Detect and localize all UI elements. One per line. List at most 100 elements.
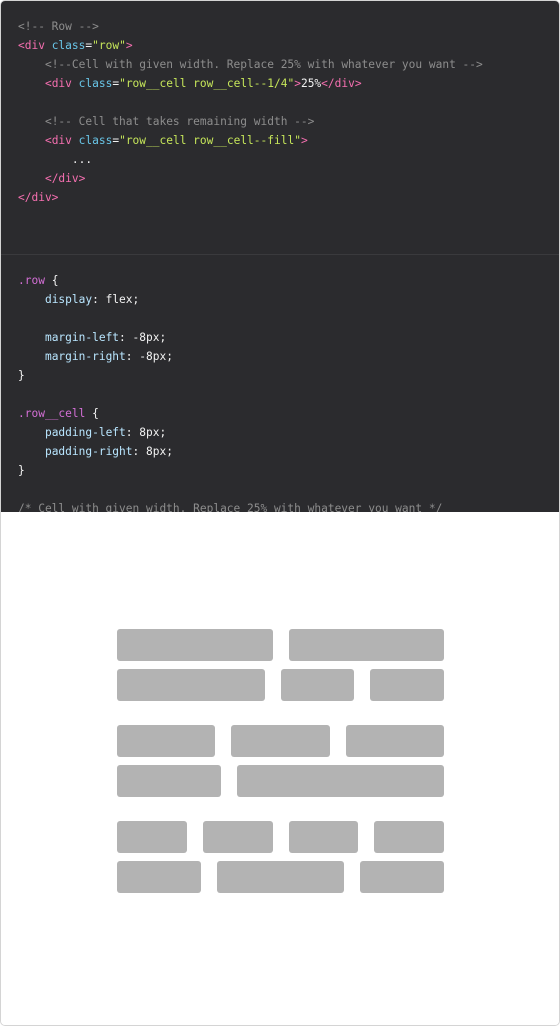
code-token: padding-left <box>44 426 126 439</box>
code-line: } <box>18 366 559 385</box>
code-token: margin-right <box>44 350 126 363</box>
demo-group <box>117 725 444 797</box>
code-token: <!-- Cell that takes remaining width --> <box>44 115 315 128</box>
code-line: ... <box>18 150 559 169</box>
code-token: </div> <box>44 172 86 185</box>
code-line: <div class="row__cell row__cell--1/4">25… <box>18 74 559 93</box>
code-token: <div <box>44 134 79 147</box>
demo-cell <box>280 669 355 701</box>
code-token: display <box>44 293 93 306</box>
demo-cell <box>288 821 359 853</box>
code-line: } <box>18 461 559 480</box>
code-token: margin-left <box>44 331 120 344</box>
code-token: </div> <box>321 77 362 90</box>
code-token: : flex; <box>92 293 140 306</box>
code-token: ... <box>18 153 93 166</box>
demo-cell <box>117 821 187 853</box>
code-token: class <box>78 77 113 90</box>
code-line: padding-left: 8px; <box>18 423 559 442</box>
css-code-block: .row { display: flex; margin-left: -8px;… <box>1 255 559 512</box>
demo-cell <box>359 861 444 893</box>
code-token: <div <box>44 77 79 90</box>
demo-cell <box>117 765 221 797</box>
code-token: padding-right <box>44 445 133 458</box>
code-token: : 8px; <box>125 426 167 439</box>
demo-row <box>117 725 444 757</box>
demo-row <box>117 669 444 701</box>
code-token: : 8px; <box>132 445 173 458</box>
code-line: <!-- Cell that takes remaining width --> <box>18 112 559 131</box>
demo-cell <box>345 725 444 757</box>
code-line: .row__cell { <box>18 404 559 423</box>
code-token: } <box>18 464 25 477</box>
code-line: margin-right: -8px; <box>18 347 559 366</box>
demo-cell <box>370 669 444 701</box>
demo-cell <box>374 821 444 853</box>
demo-cell <box>231 725 330 757</box>
code-token: "row" <box>92 39 126 52</box>
code-token: : -8px; <box>125 350 173 363</box>
code-token: : -8px; <box>119 331 167 344</box>
demo-cell <box>236 765 444 797</box>
code-line: </div> <box>18 188 559 207</box>
code-token: { <box>85 407 99 420</box>
preview-frame: <!-- Row --> <div class="row"> <!--Cell w… <box>0 0 560 1026</box>
html-code-block: <!-- Row --> <div class="row"> <!--Cell w… <box>1 1 559 255</box>
code-token: > <box>294 77 301 90</box>
demo-row <box>117 861 444 893</box>
code-line: .row { <box>18 271 559 290</box>
code-token: class <box>51 39 86 52</box>
code-token: class <box>78 134 113 147</box>
code-line: <!-- Row --> <box>18 17 559 36</box>
code-token: /* Cell with given width. Replace 25% wi… <box>18 502 443 512</box>
demo-group <box>117 821 444 893</box>
layout-demo <box>1 513 559 1025</box>
code-token: 25% <box>300 77 322 90</box>
code-line: <div class="row__cell row__cell--fill"> <box>18 131 559 150</box>
code-token: <!--Cell with given width. Replace 25% w… <box>44 58 483 71</box>
demo-row <box>117 821 444 853</box>
code-line: <div class="row"> <box>18 36 559 55</box>
demo-row <box>117 765 444 797</box>
demo-cell <box>117 629 273 661</box>
code-token: <!-- Row --> <box>18 20 99 33</box>
code-token: { <box>44 274 59 287</box>
code-line: padding-right: 8px; <box>18 442 559 461</box>
code-line: display: flex; <box>18 290 559 309</box>
demo-group <box>117 629 444 701</box>
code-token: <div <box>18 39 52 52</box>
code-token: </div> <box>18 191 59 204</box>
code-line: </div> <box>18 169 559 188</box>
code-token: > <box>125 39 133 52</box>
code-token: "row__cell row__cell--1/4" <box>119 77 295 90</box>
code-token: "row__cell row__cell--fill" <box>119 134 301 147</box>
demo-grid <box>117 629 444 917</box>
code-line: margin-left: -8px; <box>18 328 559 347</box>
demo-row <box>117 629 444 661</box>
code-line: /* Cell with given width. Replace 25% wi… <box>18 499 559 512</box>
code-token: .row <box>18 274 45 287</box>
code-line: <!--Cell with given width. Replace 25% w… <box>18 55 559 74</box>
demo-cell <box>117 725 216 757</box>
demo-cell <box>117 861 202 893</box>
demo-cell <box>202 821 273 853</box>
code-token: > <box>300 134 308 147</box>
demo-cell <box>288 629 444 661</box>
demo-cell <box>217 861 344 893</box>
code-token: } <box>18 369 25 382</box>
demo-cell <box>117 669 265 701</box>
